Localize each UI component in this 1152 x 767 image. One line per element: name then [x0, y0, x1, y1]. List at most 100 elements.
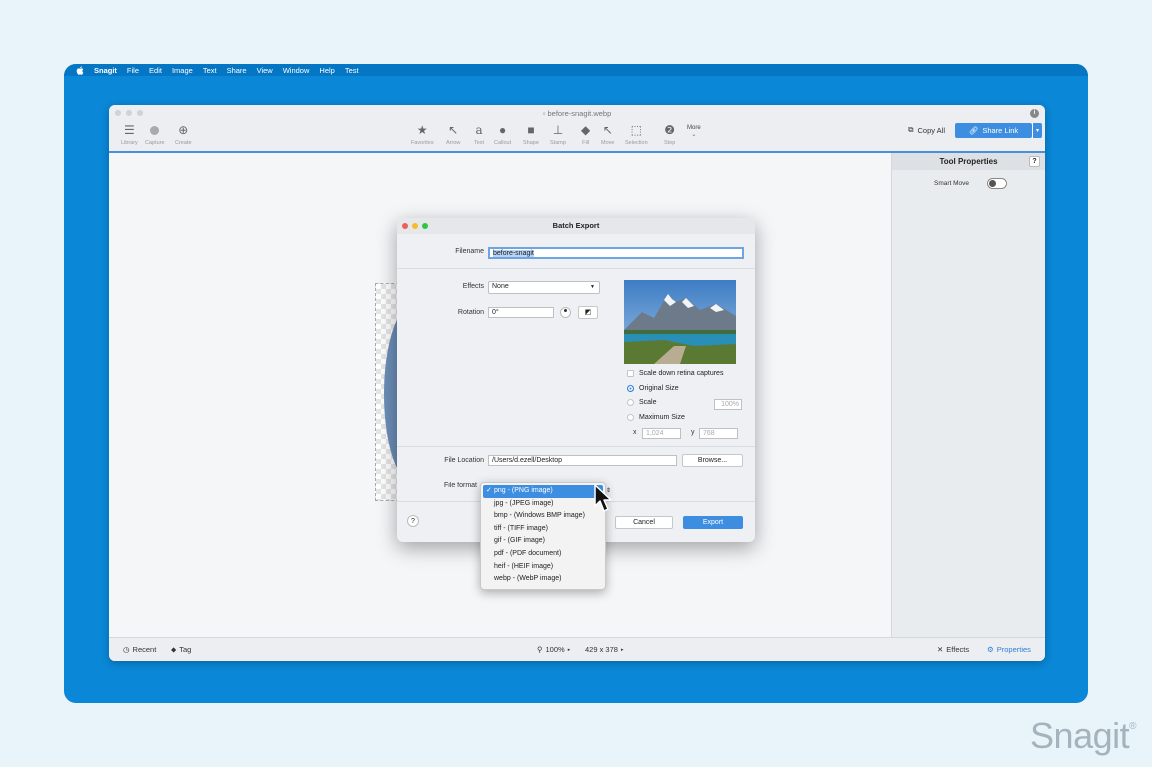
scale-radio[interactable]: Scale	[627, 399, 657, 406]
browse-button[interactable]: Browse...	[682, 454, 743, 467]
tool-stamp[interactable]: ⊥ Stamp	[550, 122, 566, 146]
selection-icon: ⬚	[630, 123, 642, 137]
filename-label: Filename	[455, 248, 484, 255]
magnifier-icon: ⚲	[537, 645, 543, 654]
clock-icon: ◷	[123, 645, 130, 654]
tag-button[interactable]: ⬥ Tag	[171, 645, 191, 655]
menu-help[interactable]: Help	[319, 66, 334, 75]
properties-button[interactable]: ⚙ Properties	[987, 645, 1031, 654]
stamp-icon: ⊥	[552, 123, 564, 137]
rotation-dial[interactable]	[560, 307, 571, 318]
zoom-control[interactable]: ⚲ 100% ▸	[537, 645, 570, 654]
copy-all-button[interactable]: ⧉ Copy All	[908, 125, 945, 135]
format-option-bmp[interactable]: bmp - (Windows BMP image)	[481, 510, 605, 523]
menu-view[interactable]: View	[257, 66, 273, 75]
more-button[interactable]: More ⌄	[687, 123, 701, 138]
rotate-button[interactable]: ◩	[578, 306, 598, 319]
format-option-jpg[interactable]: jpg - (JPEG image)	[481, 498, 605, 511]
file-icon: ▫	[542, 109, 546, 118]
gear-icon: ⚙	[987, 645, 994, 654]
maximum-size-radio[interactable]: Maximum Size	[627, 414, 685, 421]
smart-move-toggle[interactable]	[987, 178, 1008, 189]
rotate-icon: ◩	[584, 309, 592, 316]
dialog-zoom-button[interactable]	[422, 223, 428, 229]
dimensions-control[interactable]: 429 x 378 ▸	[585, 645, 623, 654]
preview-image	[624, 280, 736, 364]
tool-properties-panel: Tool Properties ? Smart Move	[891, 153, 1045, 637]
menu-file[interactable]: File	[127, 66, 139, 75]
tool-callout[interactable]: ● Callout	[494, 122, 511, 146]
mouse-cursor-icon	[594, 484, 612, 512]
star-icon: ★	[416, 123, 428, 137]
menu-bar: Snagit File Edit Image Text Share View W…	[64, 64, 1088, 76]
effects-select[interactable]: None ▼	[488, 281, 600, 294]
fill-icon: ◆	[581, 123, 591, 137]
max-height-field[interactable]: 768	[699, 428, 738, 439]
info-icon[interactable]: i	[1030, 109, 1039, 118]
menu-share[interactable]: Share	[227, 66, 247, 75]
panel-help-button[interactable]: ?	[1029, 156, 1040, 167]
library-button[interactable]: ☰ Library	[121, 122, 138, 146]
tool-shape[interactable]: ■ Shape	[523, 122, 539, 146]
help-button[interactable]: ?	[407, 515, 419, 527]
window-title: ▫ before-snagit.webp	[542, 109, 612, 118]
menu-app-name[interactable]: Snagit	[94, 66, 117, 75]
tool-selection[interactable]: ⬚ Selection	[625, 122, 648, 146]
tool-arrow[interactable]: ↖ Arrow	[446, 122, 460, 146]
tool-text[interactable]: a Text	[474, 122, 484, 146]
effects-button[interactable]: ✕ Effects	[937, 645, 969, 654]
smart-move-row: Smart Move	[892, 170, 1045, 189]
arrow-icon: ↖	[448, 123, 459, 137]
link-icon: 🔗︎	[968, 126, 979, 135]
apple-icon[interactable]	[76, 65, 84, 75]
capture-button[interactable]: Capture	[145, 122, 165, 146]
max-y-label: y	[691, 429, 695, 436]
dialog-minimize-button[interactable]	[412, 223, 418, 229]
menu-test[interactable]: Test	[345, 66, 359, 75]
format-option-png[interactable]: ✓ png - (PNG image) ⇕	[483, 485, 611, 498]
snagit-logo: Snagit®	[1030, 715, 1136, 756]
create-icon: ⊕	[178, 123, 189, 137]
dialog-close-button[interactable]	[402, 223, 408, 229]
format-option-pdf[interactable]: pdf - (PDF document)	[481, 548, 605, 561]
file-location-field[interactable]: /Users/d.ezell/Desktop	[488, 455, 677, 466]
effects-label: Effects	[462, 283, 484, 290]
share-menu-chevron-icon[interactable]: ▾	[1032, 123, 1042, 138]
recent-button[interactable]: ◷ Recent	[123, 645, 156, 654]
library-icon: ☰	[124, 123, 135, 137]
format-option-tiff[interactable]: tiff - (TIFF image)	[481, 523, 605, 536]
menu-text[interactable]: Text	[203, 66, 217, 75]
original-size-radio[interactable]: Original Size	[627, 385, 679, 392]
scale-percent-field[interactable]: 100%	[714, 399, 742, 410]
filename-field[interactable]: before-snagit	[488, 247, 744, 259]
wand-icon: ✕	[937, 645, 944, 654]
text-icon: a	[475, 123, 483, 137]
tool-fill[interactable]: ◆ Fill	[581, 122, 590, 146]
scale-down-retina-checkbox[interactable]: Scale down retina captures	[627, 370, 723, 377]
move-icon: ↖	[602, 123, 613, 137]
status-bar: ◷ Recent ⬥ Tag ⚲ 100% ▸ 429 x 378 ▸ ✕ Ef…	[109, 637, 1045, 661]
file-format-label: File format	[443, 482, 477, 489]
create-button[interactable]: ⊕ Create	[175, 122, 192, 146]
export-button[interactable]: Export	[683, 516, 743, 529]
file-format-dropdown[interactable]: ✓ png - (PNG image) ⇕ jpg - (JPEG image)…	[480, 482, 611, 590]
menu-window[interactable]: Window	[283, 66, 310, 75]
dialog-title: Batch Export	[397, 218, 755, 234]
tool-step[interactable]: ❷ Step	[664, 122, 675, 146]
menu-image[interactable]: Image	[172, 66, 193, 75]
format-option-webp[interactable]: webp - (WebP image)	[481, 573, 605, 586]
max-width-field[interactable]: 1,024	[642, 428, 681, 439]
checkmark-icon: ✓	[486, 487, 492, 494]
tag-icon: ⬥	[171, 644, 177, 654]
format-option-heif[interactable]: heif - (HEIF image)	[481, 561, 605, 574]
format-option-gif[interactable]: gif - (GIF image)	[481, 535, 605, 548]
rotation-field[interactable]: 0°	[488, 307, 554, 318]
share-link-button[interactable]: 🔗︎ Share Link	[955, 123, 1032, 138]
desktop: Snagit File Edit Image Text Share View W…	[64, 64, 1088, 703]
tool-favorites[interactable]: ★ Favorites	[411, 122, 434, 146]
menu-edit[interactable]: Edit	[149, 66, 162, 75]
tool-move[interactable]: ↖ Move	[601, 122, 614, 146]
max-x-label: x	[633, 429, 637, 436]
cancel-button[interactable]: Cancel	[615, 516, 673, 529]
dialog-window-controls	[402, 223, 428, 229]
